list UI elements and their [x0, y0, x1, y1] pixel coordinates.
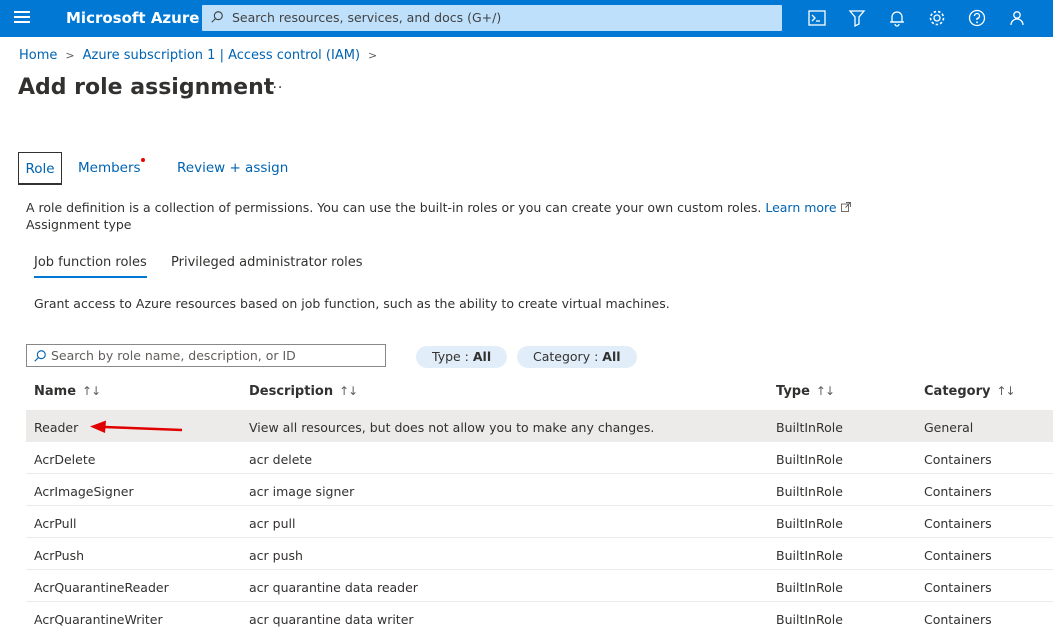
subtab-privileged-admin-roles[interactable]: Privileged administrator roles — [171, 255, 363, 276]
search-icon — [34, 350, 46, 362]
annotation-arrow-icon — [90, 420, 183, 433]
role-name: AcrDelete — [34, 452, 96, 467]
feedback-icon[interactable] — [1007, 8, 1027, 28]
table-row[interactable]: AcrImageSigner acr image signer BuiltInR… — [26, 474, 1053, 506]
column-header-description[interactable]: Description ↑↓ — [249, 384, 358, 399]
top-bar: Microsoft Azure Search resources, servic… — [0, 0, 1053, 37]
column-description-label: Description — [249, 384, 334, 399]
role-name: Reader — [34, 420, 79, 435]
role-category: Containers — [924, 548, 992, 563]
role-description: View all resources, but does not allow y… — [249, 420, 655, 435]
role-description: acr pull — [249, 516, 296, 531]
role-description: acr quarantine data reader — [249, 580, 418, 595]
role-name: AcrQuarantineReader — [34, 580, 169, 595]
learn-more-label: Learn more — [765, 200, 837, 215]
search-icon — [211, 11, 223, 23]
role-type: BuiltInRole — [776, 580, 843, 595]
directory-filter-icon[interactable] — [847, 8, 867, 28]
page-title: Add role assignment — [18, 75, 275, 100]
assignment-type-label: Assignment type — [26, 217, 132, 232]
grant-access-text: Grant access to Azure resources based on… — [34, 296, 670, 311]
table-row[interactable]: AcrQuarantineWriter acr quarantine data … — [26, 602, 1053, 629]
sort-icon: ↑↓ — [996, 384, 1015, 398]
subtab-job-function-roles[interactable]: Job function roles — [34, 255, 147, 278]
tab-members[interactable]: Members — [78, 152, 141, 185]
role-category: Containers — [924, 452, 992, 467]
role-category: Containers — [924, 516, 992, 531]
role-description: acr image signer — [249, 484, 355, 499]
role-category: Containers — [924, 484, 992, 499]
chevron-right-icon: > — [65, 49, 75, 62]
global-search-input[interactable]: Search resources, services, and docs (G+… — [202, 5, 782, 31]
category-filter-value: All — [602, 349, 621, 364]
table-row[interactable]: AcrQuarantineReader acr quarantine data … — [26, 570, 1053, 602]
required-indicator-icon — [141, 158, 145, 162]
type-filter-label: Type : — [432, 349, 473, 364]
sort-icon: ↑↓ — [815, 384, 835, 398]
breadcrumb: Home > Azure subscription 1 | Access contr… — [19, 48, 385, 63]
role-name: AcrImageSigner — [34, 484, 134, 499]
table-row[interactable]: AcrDelete acr delete BuiltInRole Contain… — [26, 442, 1053, 474]
breadcrumb-parent[interactable]: Azure subscription 1 | Access control (I… — [83, 48, 360, 63]
type-filter-value: All — [472, 349, 492, 364]
global-search-placeholder: Search resources, services, and docs (G+… — [232, 10, 502, 25]
more-options-icon[interactable]: ··· — [267, 80, 283, 96]
role-type: BuiltInRole — [776, 548, 843, 563]
column-category-label: Category — [924, 384, 991, 399]
breadcrumb-home[interactable]: Home — [19, 48, 57, 63]
hamburger-menu-icon[interactable] — [14, 11, 30, 25]
learn-more-link[interactable]: Learn more — [765, 200, 851, 215]
role-type: BuiltInRole — [776, 516, 843, 531]
tab-review-assign[interactable]: Review + assign — [177, 152, 288, 185]
role-description: acr push — [249, 548, 303, 563]
help-icon[interactable] — [967, 8, 987, 28]
role-category: Containers — [924, 580, 992, 595]
role-type: BuiltInRole — [776, 452, 843, 467]
notifications-icon[interactable] — [887, 8, 907, 28]
column-header-category[interactable]: Category ↑↓ — [924, 384, 1016, 399]
description-text: A role definition is a collection of per… — [26, 200, 762, 215]
type-filter-pill[interactable]: Type : All — [416, 346, 508, 368]
role-description: acr quarantine data writer — [249, 612, 414, 627]
external-link-icon — [840, 202, 851, 212]
role-type: BuiltInRole — [776, 420, 843, 435]
table-row[interactable]: AcrPush acr push BuiltInRole Containers — [26, 538, 1053, 570]
role-name: AcrPush — [34, 548, 85, 563]
role-description: acr delete — [249, 452, 313, 467]
sort-icon: ↑↓ — [82, 384, 101, 398]
chevron-right-icon: > — [368, 49, 378, 62]
role-category: Containers — [924, 612, 992, 627]
tab-role[interactable]: Role — [18, 152, 62, 185]
column-header-type[interactable]: Type ↑↓ — [776, 384, 835, 399]
role-search-input[interactable] — [51, 347, 381, 364]
column-header-name[interactable]: Name ↑↓ — [34, 384, 101, 399]
settings-icon[interactable] — [927, 8, 947, 28]
column-type-label: Type — [776, 384, 810, 399]
category-filter-label: Category : — [533, 349, 603, 364]
column-name-label: Name — [34, 384, 77, 399]
role-type: BuiltInRole — [776, 612, 843, 627]
sort-icon: ↑↓ — [339, 384, 358, 398]
category-filter-pill[interactable]: Category : All — [517, 346, 637, 368]
role-type: BuiltInRole — [776, 484, 843, 499]
role-name: AcrQuarantineWriter — [34, 612, 163, 627]
role-search-box — [26, 344, 386, 367]
role-name: AcrPull — [34, 516, 77, 531]
role-category: General — [924, 420, 974, 435]
role-definition-description: A role definition is a collection of per… — [26, 200, 851, 215]
cloud-shell-icon[interactable] — [807, 8, 827, 28]
table-row[interactable]: AcrPull acr pull BuiltInRole Containers — [26, 506, 1053, 538]
brand-title[interactable]: Microsoft Azure — [66, 9, 199, 27]
